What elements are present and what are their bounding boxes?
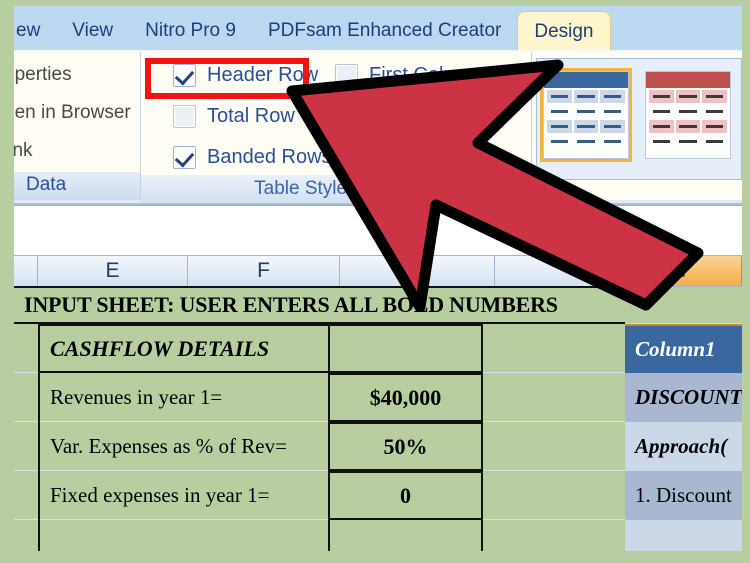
column-header-g[interactable]: G [340,256,495,286]
sheet-rows: INPUT SHEET: USER ENTERS ALL BOLD NUMBER… [14,286,742,551]
checkbox-last-column[interactable] [335,105,369,128]
tab-list: ew View Nitro Pro 9 PDFsam Enhanced Crea… [14,6,611,51]
thumb-header-band [544,72,628,88]
ribbon-tab-bar: ew View Nitro Pro 9 PDFsam Enhanced Crea… [14,6,742,51]
cell-table-discount[interactable]: DISCOUNT [625,373,742,422]
thumb-grid [547,90,625,148]
cell-var-expenses-value[interactable]: 50% [328,422,483,471]
page-border-bottom [0,551,750,563]
checkbox-banded-rows[interactable]: Banded Rows [173,146,332,169]
cell-fixed-expenses-value[interactable]: 0 [328,471,483,520]
ribbon-group-data: operties pen in Browser link Data [4,52,141,200]
table-row: Var. Expenses as % of Rev= 50% Approach( [14,422,742,471]
cell-empty[interactable] [483,373,625,422]
page-border-top [0,0,750,6]
cell-revenues-value[interactable]: $40,000 [328,373,483,422]
screenshot-root: ew View Nitro Pro 9 PDFsam Enhanced Crea… [0,0,750,563]
ribbon-group-data-label-text: Data [26,174,67,195]
tab-pdfsam-enhanced-creator[interactable]: PDFsam Enhanced Creator [252,12,517,50]
cell-table-discount-item[interactable]: 1. Discount [625,471,742,520]
ribbon-group-table-style-options-label: Table Style Options [141,175,531,203]
cell-table-approach[interactable]: Approach( [625,422,742,471]
tab-review[interactable]: ew [14,12,56,50]
tab-nitro-pro-9-label: Nitro Pro 9 [145,20,236,41]
cell-var-expenses-label[interactable]: Var. Expenses as % of Rev= [38,422,328,471]
cell-input-sheet-title[interactable]: INPUT SHEET: USER ENTERS ALL BOLD NUMBER… [14,286,625,324]
thumb-grid [649,90,727,148]
checkbox-first-column-box[interactable] [335,64,358,87]
column-header-h[interactable] [495,256,625,286]
cell-title-spacer[interactable] [625,286,742,324]
cell-empty[interactable] [483,471,625,520]
cell-fixed-expenses-label[interactable]: Fixed expenses in year 1= [38,471,328,520]
annotation-highlight-box [145,58,309,99]
thumb-header-band [646,72,730,88]
tab-view-label: View [72,20,114,41]
cell-gutter[interactable] [14,520,38,551]
checkbox-banded-columns-box[interactable] [335,146,358,169]
cell-table-partial[interactable] [625,520,742,551]
checkbox-banded-columns[interactable]: Ban [335,146,405,169]
table-row [14,520,742,551]
cell-empty[interactable] [483,422,625,471]
cell-empty[interactable] [483,324,625,373]
column-header-f[interactable]: F [188,256,340,286]
tab-design-label: Design [534,20,594,42]
cell-partial-label[interactable] [38,520,328,551]
cell-gutter[interactable] [14,471,38,520]
table-style-thumb-blue[interactable] [540,68,632,162]
formula-gap [14,206,742,255]
ribbon-group-data-label: Data [14,172,140,200]
page-border-left [0,0,14,563]
checkbox-first-column-label: First Column [369,64,483,86]
checkbox-banded-rows-label: Banded Rows [207,146,332,168]
tab-design[interactable]: Design [517,11,611,51]
checkbox-last-column-box[interactable] [335,105,358,128]
page-border-right [742,0,750,563]
cell-revenues-label[interactable]: Revenues in year 1= [38,373,328,422]
checkbox-banded-rows-box[interactable] [173,146,196,169]
checkbox-total-row-box[interactable] [173,105,196,128]
tab-nitro-pro-9[interactable]: Nitro Pro 9 [129,12,252,50]
ribbon-item-properties[interactable]: operties [4,64,72,86]
sheet-row-title: INPUT SHEET: USER ENTERS ALL BOLD NUMBER… [14,286,742,324]
tab-review-label: ew [16,20,41,41]
table-style-thumb-red[interactable] [645,71,731,159]
tab-pdfsam-label: PDFsam Enhanced Creator [267,20,502,41]
column-header-e[interactable]: E [38,256,188,286]
table-row: Revenues in year 1= $40,000 DISCOUNT [14,373,742,422]
ribbon: operties pen in Browser link Data Header… [4,50,742,205]
ribbon-item-open-in-browser[interactable]: pen in Browser [4,102,131,124]
checkbox-total-row[interactable]: Total Row [173,105,295,128]
column-header-partial[interactable] [14,256,38,286]
column-header-i[interactable]: I [625,256,742,286]
cell-gutter[interactable] [14,422,38,471]
cell-partial-value[interactable] [328,520,483,551]
table-row: Fixed expenses in year 1= 0 1. Discount [14,471,742,520]
cell-gutter[interactable] [14,324,38,373]
cell-empty[interactable] [483,520,625,551]
checkbox-total-row-label: Total Row [207,105,295,127]
column-header-row: E F G I [14,255,742,287]
cell-cashflow-details-value[interactable] [328,324,483,373]
tab-view[interactable]: View [56,12,129,50]
ribbon-group-table-styles [532,52,742,200]
checkbox-first-column[interactable]: First Column [335,64,482,87]
cell-cashflow-details-label[interactable]: CASHFLOW DETAILS [38,324,328,373]
cell-gutter[interactable] [14,373,38,422]
table-styles-gallery [536,58,742,180]
table-row: CASHFLOW DETAILS Column1 [14,324,742,373]
cell-table-column1-header[interactable]: Column1 [625,324,742,373]
checkbox-banded-columns-label: Ban [369,146,405,168]
